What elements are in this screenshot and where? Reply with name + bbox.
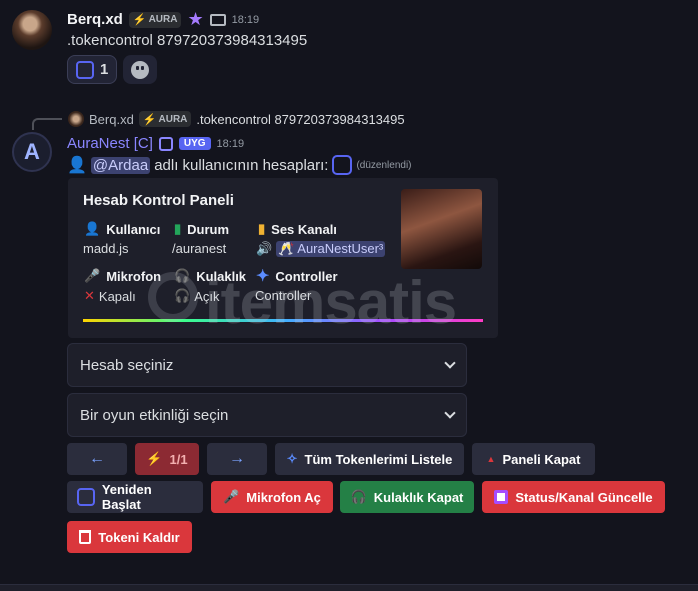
embed-title: Hesab Kontrol Paneli xyxy=(83,192,234,209)
reply-guild-tag: ⚡ AURA xyxy=(138,111,192,127)
bolt-icon: ⚡ xyxy=(142,113,157,126)
close-panel-label: Paneli Kapat xyxy=(502,451,581,467)
message-input-bar[interactable] xyxy=(0,584,698,591)
mic-on-button[interactable]: 🎤 Mikrofon Aç xyxy=(211,481,333,513)
bot-message-text: 👤 @Ardaa adlı kullanıcının hesapları: (d… xyxy=(67,155,412,175)
mic-muted-icon: ✕ xyxy=(84,288,95,303)
chevron-down-icon xyxy=(444,357,456,369)
field-mic-name: 🎤 Mikrofon xyxy=(84,268,161,284)
field-mic-text: Kapalı xyxy=(98,288,136,304)
list-tokens-label: Tüm Tokenlerimi Listele xyxy=(304,451,453,467)
user-icon: 👤 xyxy=(67,157,87,174)
nitro-star-icon: ★ xyxy=(187,9,204,29)
remove-token-label: Tokeni Kaldır xyxy=(98,529,180,545)
restart-label: Yeniden Başlat xyxy=(101,482,152,512)
field-label: Durum xyxy=(187,221,230,237)
field-mic-value: ✕ Kapalı xyxy=(84,288,136,304)
account-select[interactable]: Hesab seçiniz xyxy=(67,343,467,387)
message-body: adlı kullanıcının hesapları: xyxy=(154,156,329,174)
reply-avatar xyxy=(68,111,84,127)
field-voice-value: 🔊 🥂 AuraNestUser³ xyxy=(256,241,386,257)
user-mention[interactable]: @Ardaa xyxy=(90,156,151,174)
square-icon xyxy=(77,488,95,506)
bot-name[interactable]: AuraNest [C] xyxy=(67,135,153,152)
satellite-icon: ✧ xyxy=(286,451,298,466)
bolt-icon: ⚡ xyxy=(146,451,163,466)
desktop-icon xyxy=(209,13,226,26)
arrow-right-icon: → xyxy=(229,450,245,467)
list-tokens-button[interactable]: ✧ Tüm Tokenlerimi Listele xyxy=(275,443,464,475)
next-page-button[interactable]: → xyxy=(207,443,267,475)
message-text: .tokencontrol 879720373984313495 xyxy=(67,32,308,49)
reply-preview[interactable]: Berq.xd ⚡ AURA .tokencontrol 879720373984… xyxy=(68,111,405,127)
field-voice-name: ▮ Ses Kanalı xyxy=(258,221,337,237)
page-indicator-button[interactable]: ⚡ 1/1 xyxy=(135,443,199,475)
reply-guild-tag-label: AURA xyxy=(158,113,188,125)
caret-up-icon: ▲ xyxy=(486,454,496,464)
field-status-name: ▮ Durum xyxy=(174,221,229,237)
field-user-value: madd.js xyxy=(83,241,129,256)
add-reaction-button[interactable] xyxy=(123,55,157,84)
square-emoji-icon xyxy=(76,60,94,79)
microphone-icon: 🎤 xyxy=(84,268,101,283)
field-user-name: 👤 Kullanıcı xyxy=(84,221,160,237)
mic-on-label: Mikrofon Aç xyxy=(246,489,321,505)
microphone-icon: 🎤 xyxy=(223,489,240,504)
timestamp: 18:19 xyxy=(216,137,245,150)
bot-logo-icon: A xyxy=(24,139,40,164)
server-badge-icon xyxy=(158,136,173,151)
headphone-off-label: Kulaklık Kapat xyxy=(373,489,464,505)
activity-select[interactable]: Bir oyun etkinliği seçin xyxy=(67,393,467,437)
speaker-icon: 🔊 xyxy=(256,241,273,256)
author-name[interactable]: Berq.xd xyxy=(67,11,123,28)
app-badge: UYG xyxy=(178,137,211,150)
edited-label: (düzenlendi) xyxy=(356,159,412,171)
embed-thumbnail[interactable] xyxy=(401,189,482,269)
prev-page-button[interactable]: ← xyxy=(67,443,127,475)
avatar[interactable] xyxy=(12,10,52,50)
reaction-count: 1 xyxy=(100,61,109,78)
headphone-icon: 🎧 xyxy=(350,489,367,504)
arrow-left-icon: ← xyxy=(89,450,105,467)
square-emoji-icon xyxy=(332,155,353,175)
reply-connector xyxy=(32,118,62,130)
watermark-text: itemsatis xyxy=(205,269,457,336)
field-status-value: /auranest xyxy=(172,241,227,256)
field-label: Kullanıcı xyxy=(106,221,161,237)
close-panel-button[interactable]: ▲ Paneli Kapat xyxy=(472,443,595,475)
remove-token-button[interactable]: Tokeni Kaldır xyxy=(67,521,192,553)
field-label: Ses Kanalı xyxy=(271,221,337,237)
guild-tag[interactable]: ⚡ AURA xyxy=(128,11,182,28)
reply-author: Berq.xd xyxy=(89,111,134,127)
bot-message-header: AuraNest [C] UYG 18:19 xyxy=(67,135,244,152)
status-update-button[interactable]: Status/Kanal Güncelle xyxy=(482,481,665,513)
trash-icon xyxy=(79,530,92,544)
reaction-button[interactable]: 1 xyxy=(67,55,118,84)
signal-bars-icon: ▮ xyxy=(258,221,266,236)
smiley-icon xyxy=(131,60,149,79)
signal-bars-icon: ▮ xyxy=(174,221,182,236)
chevron-down-icon xyxy=(444,407,456,419)
message-header: Berq.xd ⚡ AURA ★ 18:19 xyxy=(67,9,259,30)
page-label: 1/1 xyxy=(169,451,188,467)
user-icon: 👤 xyxy=(84,221,101,236)
status-update-label: Status/Kanal Güncelle xyxy=(515,489,653,505)
restart-button[interactable]: Yeniden Başlat xyxy=(67,481,203,513)
bot-avatar[interactable]: A xyxy=(12,132,52,172)
bolt-icon: ⚡ xyxy=(132,14,147,26)
watermark-logo xyxy=(148,272,198,322)
timestamp: 18:19 xyxy=(231,13,260,26)
edit-icon xyxy=(494,490,509,504)
headphone-off-button[interactable]: 🎧 Kulaklık Kapat xyxy=(340,481,474,513)
activity-select-placeholder: Bir oyun etkinliği seçin xyxy=(80,406,229,424)
reply-text: .tokencontrol 879720373984313495 xyxy=(196,111,405,127)
guild-tag-label: AURA xyxy=(148,14,178,25)
account-select-placeholder: Hesab seçiniz xyxy=(80,356,174,374)
channel-mention[interactable]: 🥂 AuraNestUser³ xyxy=(276,241,386,257)
